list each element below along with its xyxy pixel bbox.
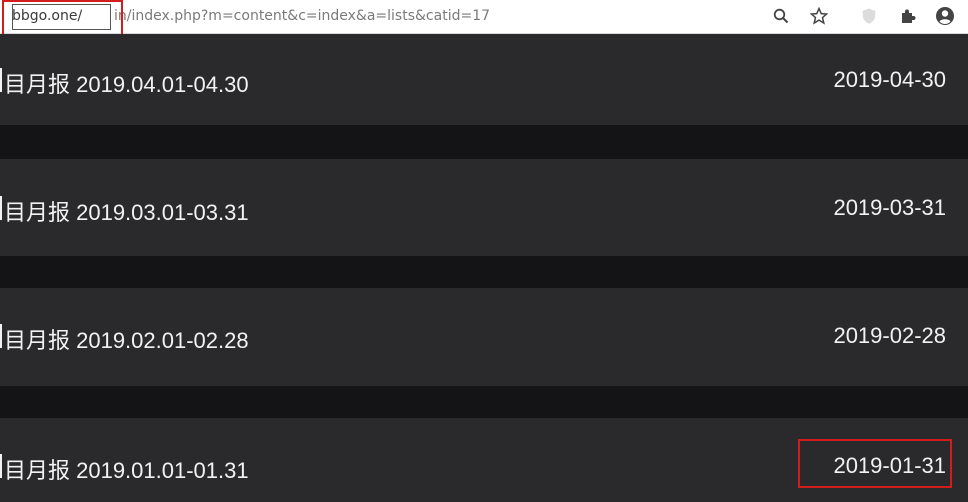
- account-icon[interactable]: [934, 5, 956, 27]
- star-icon[interactable]: [808, 5, 830, 27]
- search-icon[interactable]: [770, 5, 792, 27]
- list-item-title[interactable]: 目月报 2019.01.01-01.31: [4, 453, 249, 485]
- list-item[interactable]: 目月报 2019.01.01-01.31 2019-01-31: [0, 418, 968, 502]
- list-item-date: 2019-04-30: [833, 67, 946, 92]
- browser-toolbar: bbgo.one/ in/index.php?m=content&c=index…: [0, 0, 968, 34]
- extension-shield-icon[interactable]: [858, 5, 880, 27]
- list-item-date: 2019-01-31: [833, 453, 946, 478]
- url-path[interactable]: in/index.php?m=content&c=index&a=lists&c…: [114, 6, 490, 26]
- list-item-date: 2019-03-31: [833, 195, 946, 220]
- list-item[interactable]: 目月报 2019.02.01-02.28 2019-02-28: [0, 288, 968, 386]
- row-edge-marker: [0, 196, 2, 220]
- list-item[interactable]: 目月报 2019.04.01-04.30 2019-04-30: [0, 34, 968, 125]
- list-item-title[interactable]: 目月报 2019.03.01-03.31: [4, 195, 249, 227]
- row-edge-marker: [0, 324, 2, 348]
- list-item-date: 2019-02-28: [833, 323, 946, 348]
- url-domain[interactable]: bbgo.one/: [12, 6, 82, 26]
- row-edge-marker: [0, 454, 2, 478]
- list-item-title[interactable]: 目月报 2019.02.01-02.28: [4, 323, 249, 355]
- puzzle-icon[interactable]: [897, 5, 919, 27]
- row-edge-marker: [0, 68, 2, 92]
- list-item[interactable]: 目月报 2019.03.01-03.31 2019-03-31: [0, 159, 968, 256]
- list-item-title[interactable]: 目月报 2019.04.01-04.30: [4, 67, 249, 99]
